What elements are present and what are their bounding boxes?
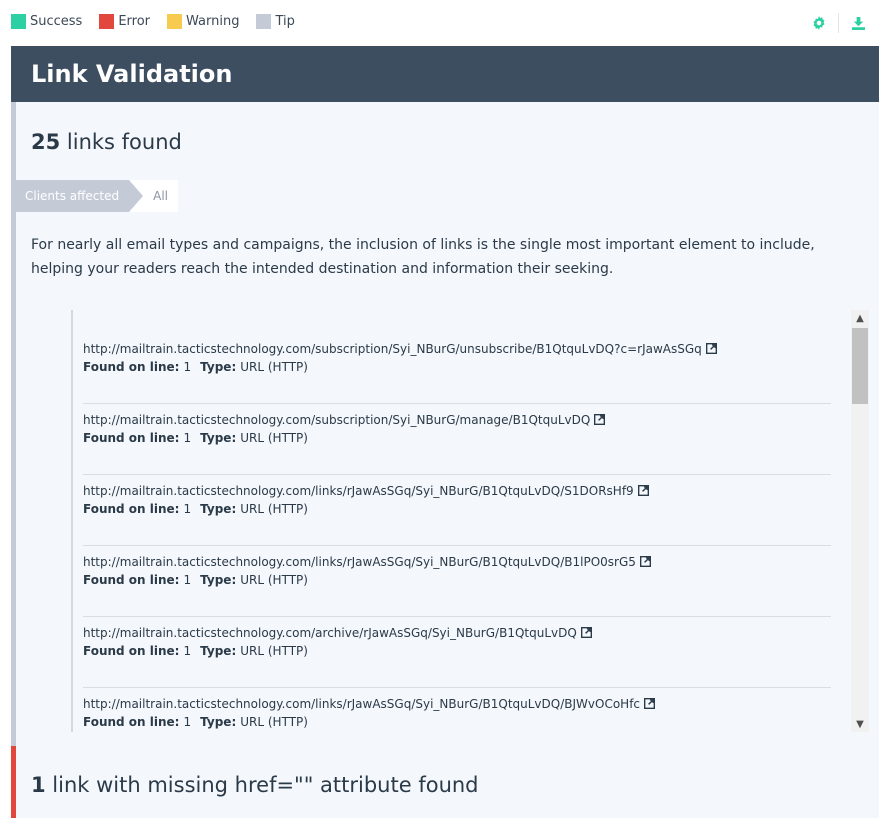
link-item: http://mailtrain.tacticstechnology.com/l… — [83, 688, 831, 732]
legend-swatch — [167, 14, 183, 29]
type-label: Type: — [200, 644, 237, 658]
link-url-text[interactable]: http://mailtrain.tacticstechnology.com/a… — [83, 626, 577, 640]
links-title-text: links found — [60, 130, 182, 154]
found-on-line-label: Found on line: — [83, 502, 180, 516]
settings-button[interactable] — [809, 13, 829, 33]
type-value: URL (HTTP) — [240, 502, 308, 516]
link-item: http://mailtrain.tacticstechnology.com/s… — [83, 404, 831, 475]
link-url[interactable]: http://mailtrain.tacticstechnology.com/l… — [83, 482, 831, 499]
clients-affected-label: Clients affected — [15, 180, 144, 212]
links-found-title: 25 links found — [16, 130, 182, 154]
found-on-line-label: Found on line: — [83, 573, 180, 587]
link-meta: Found on line: 1 Type: URL (HTTP) — [83, 499, 831, 519]
type-value: URL (HTTP) — [240, 431, 308, 445]
links-count: 25 — [31, 130, 61, 154]
missing-href-title: 1 link with missing href="" attribute fo… — [16, 773, 479, 797]
external-link-icon[interactable] — [705, 343, 717, 354]
legend-item-error: Error — [99, 14, 150, 29]
legend-swatch — [11, 14, 26, 29]
link-validation-section: Link Validation 25 links found Clients a… — [11, 46, 879, 746]
type-value: URL (HTTP) — [240, 644, 308, 658]
link-item: http://mailtrain.tacticstechnology.com/s… — [83, 333, 831, 404]
legend-swatch — [99, 14, 115, 29]
missing-href-count: 1 — [31, 773, 46, 797]
link-meta: Found on line: 1 Type: URL (HTTP) — [83, 570, 831, 590]
found-on-line-value: 1 — [183, 715, 192, 729]
link-url[interactable]: http://mailtrain.tacticstechnology.com/s… — [83, 340, 831, 357]
legend-item-warning: Warning — [167, 14, 239, 29]
external-link-icon[interactable] — [644, 698, 656, 709]
gear-icon — [813, 16, 825, 30]
toolbar: Success Error Warning Tip — [0, 0, 890, 46]
links-scrollbar[interactable]: ▲ ▼ — [851, 310, 869, 732]
missing-href-section: 1 link with missing href="" attribute fo… — [11, 746, 879, 818]
legend-item-tip: Tip — [256, 14, 295, 29]
link-url-text[interactable]: http://mailtrain.tacticstechnology.com/l… — [83, 697, 640, 711]
download-icon — [851, 16, 865, 30]
link-url[interactable]: http://mailtrain.tacticstechnology.com/l… — [83, 695, 831, 712]
missing-href-text: link with missing href="" attribute foun… — [45, 773, 479, 797]
link-url[interactable]: http://mailtrain.tacticstechnology.com/l… — [83, 553, 831, 570]
link-url[interactable]: http://mailtrain.tacticstechnology.com/a… — [83, 624, 831, 641]
type-label: Type: — [200, 431, 237, 445]
type-value: URL (HTTP) — [240, 360, 308, 374]
type-label: Type: — [200, 360, 237, 374]
legend-label: Error — [118, 14, 151, 29]
link-url[interactable]: http://mailtrain.tacticstechnology.com/s… — [83, 411, 831, 428]
link-meta: Found on line: 1 Type: URL (HTTP) — [83, 428, 831, 448]
scroll-down-icon[interactable]: ▼ — [851, 716, 869, 732]
section-title: Link Validation — [31, 60, 233, 88]
clients-affected: Clients affected All — [15, 180, 179, 212]
section-header: Link Validation — [11, 46, 879, 102]
link-item: http://mailtrain.tacticstechnology.com/a… — [83, 617, 831, 688]
toolbar-divider — [838, 13, 839, 33]
found-on-line-value: 1 — [183, 431, 192, 445]
legend-swatch — [256, 14, 272, 29]
scroll-thumb[interactable] — [852, 328, 868, 404]
found-on-line-label: Found on line: — [83, 715, 180, 729]
found-on-line-value: 1 — [183, 644, 192, 658]
link-meta: Found on line: 1 Type: URL (HTTP) — [83, 357, 831, 377]
link-meta: Found on line: 1 Type: URL (HTTP) — [83, 641, 831, 661]
external-link-icon[interactable] — [639, 556, 651, 567]
link-item: http://mailtrain.tacticstechnology.com/l… — [83, 546, 831, 617]
legend-label: Tip — [275, 14, 295, 29]
legend-label: Success — [30, 14, 83, 29]
link-url-text[interactable]: http://mailtrain.tacticstechnology.com/s… — [83, 413, 590, 427]
legend: Success Error Warning Tip — [11, 14, 312, 29]
links-found-panel: 25 links found Clients affected All For … — [11, 102, 879, 746]
external-link-icon[interactable] — [594, 414, 606, 425]
type-value: URL (HTTP) — [240, 573, 308, 587]
found-on-line-label: Found on line: — [83, 360, 180, 374]
legend-item-success: Success — [11, 14, 82, 29]
found-on-line-label: Found on line: — [83, 644, 180, 658]
link-meta: Found on line: 1 Type: URL (HTTP) — [83, 712, 831, 732]
found-on-line-value: 1 — [183, 360, 192, 374]
link-url-text[interactable]: http://mailtrain.tacticstechnology.com/l… — [83, 484, 634, 498]
scroll-up-icon[interactable]: ▲ — [851, 310, 869, 326]
type-label: Type: — [200, 502, 237, 516]
download-button[interactable] — [848, 13, 868, 33]
found-on-line-value: 1 — [183, 502, 192, 516]
type-label: Type: — [200, 715, 237, 729]
type-label: Type: — [200, 573, 237, 587]
links-description: For nearly all email types and campaigns… — [31, 237, 815, 277]
links-list-container[interactable]: http://mailtrain.tacticstechnology.com/s… — [71, 310, 866, 732]
link-url-text[interactable]: http://mailtrain.tacticstechnology.com/l… — [83, 555, 636, 569]
links-list: http://mailtrain.tacticstechnology.com/s… — [83, 333, 831, 732]
missing-href-panel: 1 link with missing href="" attribute fo… — [11, 746, 879, 818]
toolbar-actions — [809, 13, 868, 33]
link-item: http://mailtrain.tacticstechnology.com/l… — [83, 475, 831, 546]
found-on-line-value: 1 — [183, 573, 192, 587]
legend-label: Warning — [186, 14, 240, 29]
external-link-icon[interactable] — [580, 627, 592, 638]
type-value: URL (HTTP) — [240, 715, 308, 729]
found-on-line-label: Found on line: — [83, 431, 180, 445]
external-link-icon[interactable] — [637, 485, 649, 496]
link-url-text[interactable]: http://mailtrain.tacticstechnology.com/s… — [83, 342, 702, 356]
